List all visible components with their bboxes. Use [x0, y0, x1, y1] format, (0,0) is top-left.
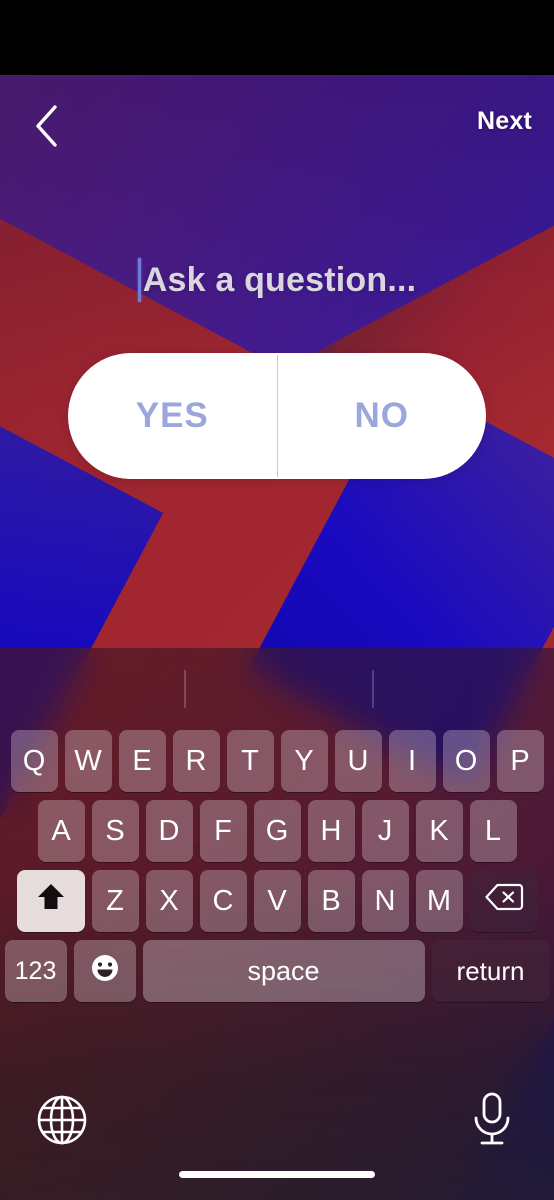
- keyboard-rows: Q W E R T Y U I O P A S D F G H J K L: [0, 730, 554, 1010]
- key-g[interactable]: G: [254, 800, 301, 862]
- home-indicator[interactable]: [179, 1171, 375, 1178]
- keyboard-row-4: 123 space return: [0, 940, 554, 1002]
- key-d[interactable]: D: [146, 800, 193, 862]
- return-key[interactable]: return: [432, 940, 550, 1002]
- globe-language-icon: [35, 1134, 89, 1151]
- poll-option-yes[interactable]: YES: [68, 353, 277, 479]
- top-navigation-bar: Next: [0, 75, 554, 180]
- shift-key[interactable]: [17, 870, 85, 932]
- emoji-key[interactable]: [74, 940, 136, 1002]
- poll-option-no[interactable]: NO: [278, 353, 487, 479]
- microphone-button[interactable]: [465, 1091, 519, 1149]
- keyboard-row-1: Q W E R T Y U I O P: [0, 730, 554, 792]
- status-bar: [0, 0, 554, 75]
- key-y[interactable]: Y: [281, 730, 328, 792]
- key-q[interactable]: Q: [11, 730, 58, 792]
- key-w[interactable]: W: [65, 730, 112, 792]
- poll-widget: YES NO: [68, 353, 486, 479]
- key-a[interactable]: A: [38, 800, 85, 862]
- question-placeholder: Ask a question...: [143, 261, 417, 300]
- key-j[interactable]: J: [362, 800, 409, 862]
- shift-arrow-up-icon: [34, 880, 68, 922]
- key-o[interactable]: O: [443, 730, 490, 792]
- key-s[interactable]: S: [92, 800, 139, 862]
- question-input-area[interactable]: Ask a question...: [0, 258, 554, 302]
- key-c[interactable]: C: [200, 870, 247, 932]
- smiley-face-icon: [89, 952, 121, 991]
- key-e[interactable]: E: [119, 730, 166, 792]
- key-i[interactable]: I: [389, 730, 436, 792]
- phone-screen: Next Ask a question... YES NO Q W E R T …: [0, 0, 554, 1200]
- key-f[interactable]: F: [200, 800, 247, 862]
- key-l[interactable]: L: [470, 800, 517, 862]
- key-p[interactable]: P: [497, 730, 544, 792]
- microphone-icon: [465, 1136, 519, 1153]
- key-m[interactable]: M: [416, 870, 463, 932]
- key-n[interactable]: N: [362, 870, 409, 932]
- backspace-key[interactable]: [470, 870, 538, 932]
- back-button[interactable]: [20, 95, 72, 157]
- key-v[interactable]: V: [254, 870, 301, 932]
- globe-language-button[interactable]: [35, 1093, 89, 1147]
- chevron-left-icon: [33, 104, 59, 148]
- on-screen-keyboard: Q W E R T Y U I O P A S D F G H J K L: [0, 648, 554, 1200]
- predictive-text-bar: [0, 648, 554, 730]
- key-t[interactable]: T: [227, 730, 274, 792]
- key-z[interactable]: Z: [92, 870, 139, 932]
- next-button[interactable]: Next: [477, 107, 532, 136]
- keyboard-row-2: A S D F G H J K L: [0, 800, 554, 862]
- text-caret: [138, 258, 141, 302]
- space-key[interactable]: space: [143, 940, 425, 1002]
- keyboard-row-3: Z X C V B N M: [0, 870, 554, 932]
- key-b[interactable]: B: [308, 870, 355, 932]
- key-u[interactable]: U: [335, 730, 382, 792]
- key-k[interactable]: K: [416, 800, 463, 862]
- prediction-separator: [372, 670, 374, 708]
- key-h[interactable]: H: [308, 800, 355, 862]
- numbers-key[interactable]: 123: [5, 940, 67, 1002]
- key-r[interactable]: R: [173, 730, 220, 792]
- keyboard-bottom-bar: [0, 1075, 554, 1200]
- backspace-delete-icon: [484, 882, 524, 920]
- key-x[interactable]: X: [146, 870, 193, 932]
- prediction-separator: [184, 670, 186, 708]
